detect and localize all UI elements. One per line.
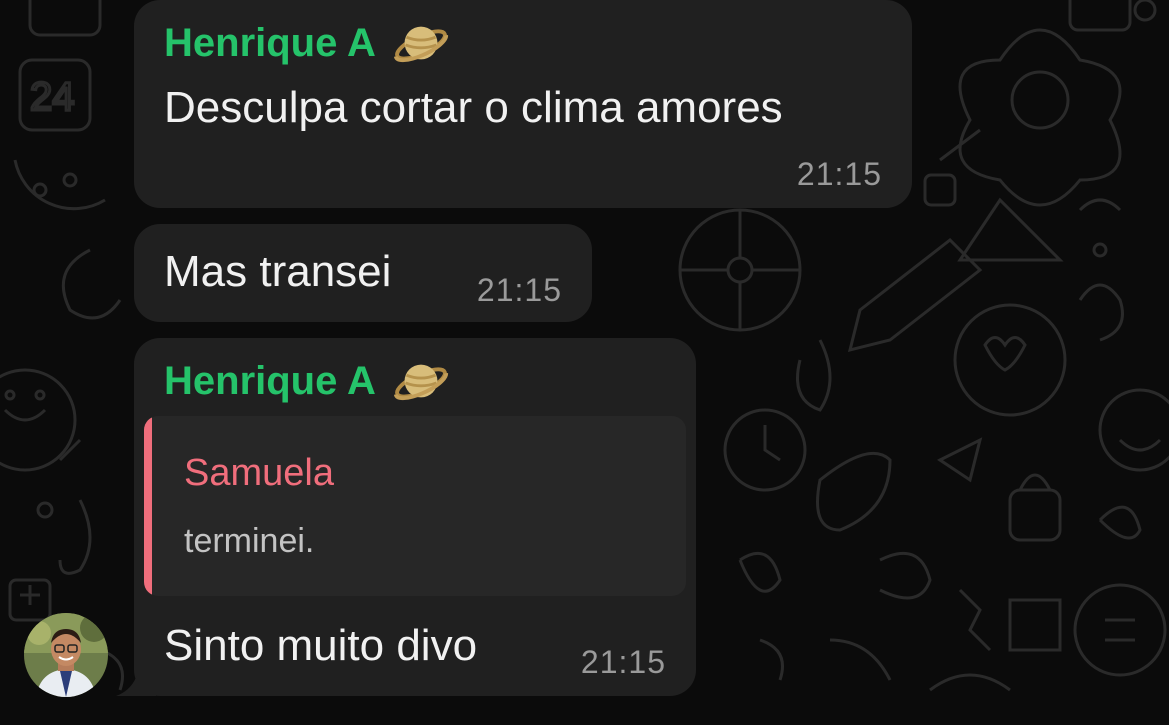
sender-name[interactable]: Henrique A [164, 23, 376, 63]
avatar[interactable] [24, 613, 108, 697]
sender-name[interactable]: Henrique A [164, 361, 376, 401]
bubble-tail [116, 660, 156, 696]
message-time: 21:15 [796, 156, 882, 192]
sender-name-row[interactable]: Henrique A [164, 14, 450, 72]
ringed-planet-icon [393, 26, 448, 63]
quote-author: Samuela [184, 452, 334, 494]
message-bubble[interactable]: Henrique A Samuela terminei. Sinto muito… [134, 338, 696, 696]
message-text: Desculpa cortar o clima amores [164, 83, 783, 132]
message-bubble[interactable]: Mas transei 21:15 [134, 224, 592, 322]
ringed-planet-icon [393, 364, 448, 401]
quote-text: terminei. [184, 522, 315, 560]
message-time: 21:15 [580, 644, 666, 680]
svg-text:24: 24 [30, 75, 75, 119]
user-avatar-photo [24, 613, 108, 697]
sender-name-row[interactable]: Henrique A [164, 352, 450, 410]
message-text: Sinto muito divo [164, 621, 478, 670]
quoted-reply[interactable]: Samuela terminei. [144, 416, 686, 596]
quote-accent-bar [144, 416, 152, 596]
message-text: Mas transei [164, 247, 392, 296]
message-bubble[interactable]: Henrique A Desculpa cortar o clima amore… [134, 0, 912, 208]
message-time: 21:15 [476, 272, 562, 308]
